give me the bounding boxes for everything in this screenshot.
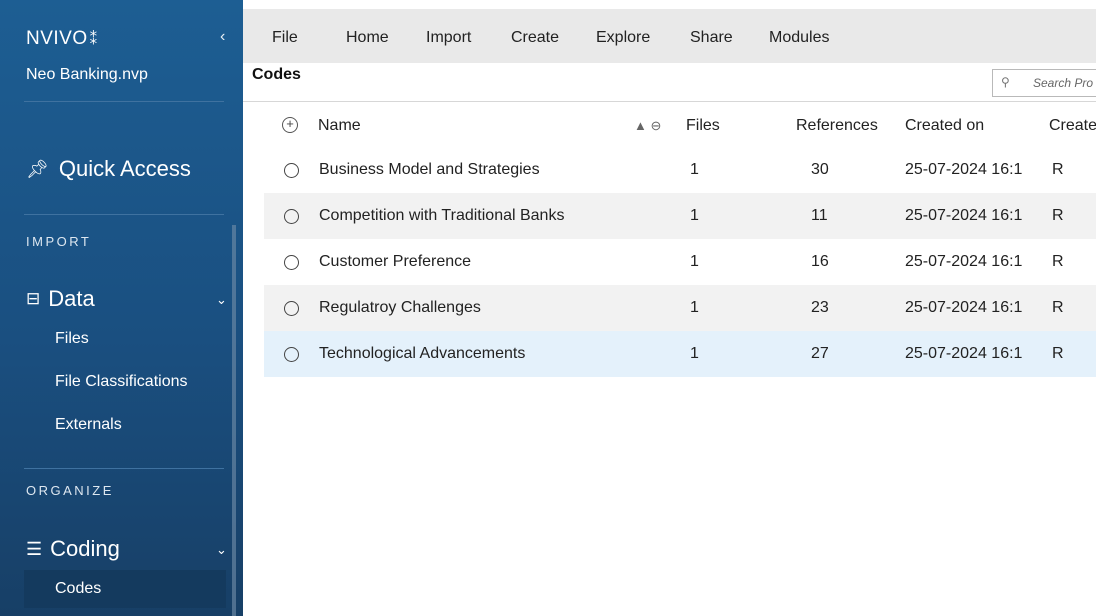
- chevron-down-icon[interactable]: ⌄: [216, 542, 227, 558]
- cell-references: 23: [811, 299, 829, 316]
- cell-references: 16: [811, 253, 829, 270]
- code-circle-icon: [284, 163, 299, 178]
- add-code-icon[interactable]: +: [282, 117, 298, 133]
- app-logo: NVIVO ⁑: [26, 28, 98, 49]
- menu-home[interactable]: Home: [346, 29, 389, 47]
- search-input[interactable]: ⚲ Search Pro: [992, 69, 1096, 97]
- column-header-created-on[interactable]: Created on: [905, 117, 984, 135]
- column-header-created-by[interactable]: Create: [1049, 117, 1096, 135]
- quick-access-label: Quick Access: [58, 156, 191, 181]
- cell-name: Customer Preference: [319, 253, 472, 270]
- logo-mark-icon: ⁑: [89, 31, 98, 48]
- column-header-files[interactable]: Files: [686, 117, 720, 135]
- divider: [243, 101, 1096, 102]
- cell-name: Technological Advancements: [319, 345, 526, 362]
- cell-files: 1: [690, 161, 699, 178]
- divider: [24, 101, 224, 102]
- project-name: Neo Banking.nvp: [26, 66, 148, 83]
- section-import-label: IMPORT: [26, 234, 92, 249]
- table-row[interactable]: Customer Preference 1 16 25-07-2024 16:1…: [264, 239, 1096, 285]
- cell-created-on: 25-07-2024 16:1: [905, 207, 1023, 224]
- table-row[interactable]: Competition with Traditional Banks 1 11 …: [264, 193, 1096, 239]
- quick-access[interactable]: 📌︎ Quick Access: [26, 156, 191, 182]
- coding-icon: ☰: [26, 538, 43, 559]
- pin-icon: 📌︎: [26, 158, 49, 179]
- menu-file[interactable]: File: [272, 29, 298, 47]
- divider: [24, 214, 224, 215]
- collapse-sidebar-icon[interactable]: ‹: [220, 28, 225, 46]
- top-strip: [243, 0, 1096, 9]
- cell-name: Competition with Traditional Banks: [319, 207, 565, 224]
- cell-references: 27: [811, 345, 829, 362]
- chevron-down-icon[interactable]: ⌄: [216, 292, 227, 308]
- section-organize-label: ORGANIZE: [26, 483, 114, 498]
- sort-ascending-icon[interactable]: ▲ ⊖: [634, 118, 661, 134]
- menu-create[interactable]: Create: [511, 29, 559, 47]
- data-group-label: Data: [48, 286, 95, 311]
- cell-created-by: R: [1052, 345, 1064, 362]
- cell-name: Business Model and Strategies: [319, 161, 540, 178]
- page-title: Codes: [252, 66, 301, 83]
- cell-files: 1: [690, 299, 699, 316]
- column-header-name[interactable]: Name: [318, 117, 361, 135]
- table-row[interactable]: Business Model and Strategies 1 30 25-07…: [264, 147, 1096, 193]
- menu-modules[interactable]: Modules: [769, 29, 829, 47]
- cell-references: 11: [811, 207, 828, 224]
- code-circle-icon: [284, 209, 299, 224]
- data-icon: ⊟: [26, 289, 41, 308]
- code-circle-icon: [284, 347, 299, 362]
- cell-created-by: R: [1052, 299, 1064, 316]
- sidebar-item-file-classifications[interactable]: File Classifications: [55, 373, 187, 391]
- table-row-selected[interactable]: Technological Advancements 1 27 25-07-20…: [264, 331, 1096, 377]
- code-circle-icon: [284, 255, 299, 270]
- coding-group-header[interactable]: ☰ Coding: [26, 536, 120, 562]
- cell-references: 30: [811, 161, 829, 178]
- cell-created-by: R: [1052, 253, 1064, 270]
- cell-created-on: 25-07-2024 16:1: [905, 345, 1023, 362]
- cell-files: 1: [690, 345, 699, 362]
- table-row[interactable]: Regulatroy Challenges 1 23 25-07-2024 16…: [264, 285, 1096, 331]
- sidebar-item-externals[interactable]: Externals: [55, 416, 122, 434]
- cell-created-by: R: [1052, 161, 1064, 178]
- divider: [24, 468, 224, 469]
- cell-created-on: 25-07-2024 16:1: [905, 253, 1023, 270]
- menu-share[interactable]: Share: [690, 29, 733, 47]
- cell-name: Regulatroy Challenges: [319, 299, 481, 316]
- data-group-header[interactable]: ⊟ Data: [26, 286, 95, 312]
- sidebar-scrollbar[interactable]: [232, 225, 236, 616]
- sidebar-item-codes[interactable]: Codes: [24, 570, 226, 608]
- cell-files: 1: [690, 253, 699, 270]
- cell-created-by: R: [1052, 207, 1064, 224]
- column-header-references[interactable]: References: [796, 117, 878, 135]
- menu-explore[interactable]: Explore: [596, 29, 650, 47]
- search-placeholder: Search Pro: [1033, 76, 1094, 90]
- cell-files: 1: [690, 207, 699, 224]
- search-icon: ⚲: [1001, 75, 1010, 89]
- code-circle-icon: [284, 301, 299, 316]
- sidebar-item-files[interactable]: Files: [55, 330, 89, 348]
- menu-import[interactable]: Import: [426, 29, 471, 47]
- cell-created-on: 25-07-2024 16:1: [905, 299, 1023, 316]
- coding-group-label: Coding: [50, 536, 120, 561]
- cell-created-on: 25-07-2024 16:1: [905, 161, 1023, 178]
- sidebar: NVIVO ⁑ ‹ Neo Banking.nvp 📌︎ Quick Access…: [0, 0, 243, 616]
